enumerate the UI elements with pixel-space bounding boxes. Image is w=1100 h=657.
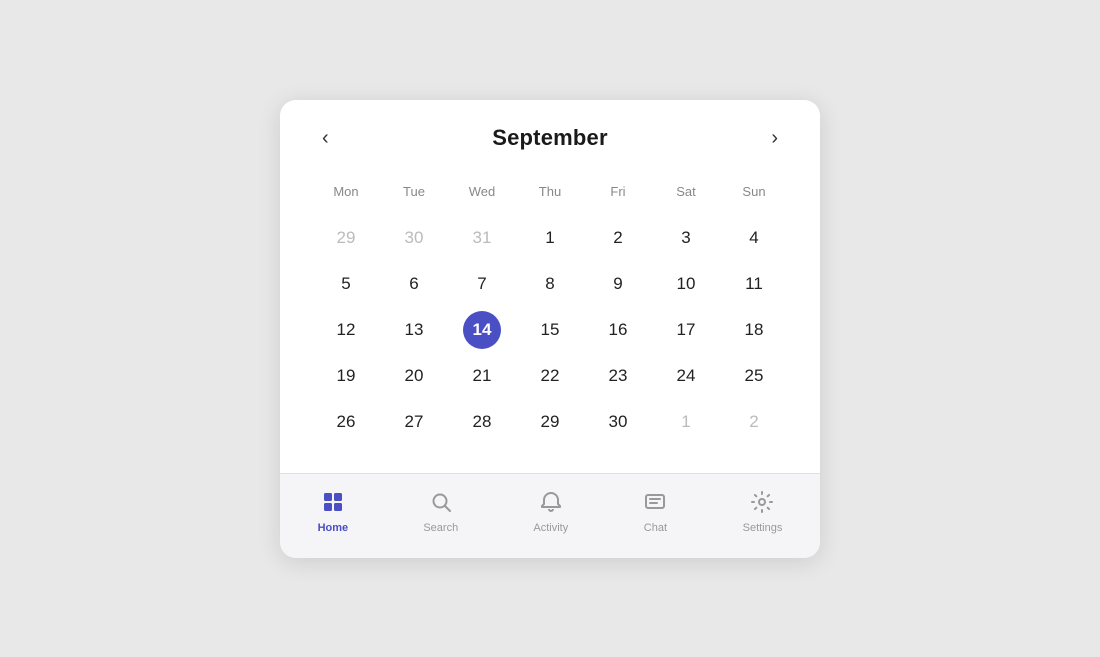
app-container: ‹ September › Mon Tue Wed Thu Fri Sat Su…	[280, 100, 820, 558]
month-title: September	[492, 125, 608, 151]
table-row[interactable]: 5	[312, 261, 380, 307]
table-row[interactable]: 3	[652, 215, 720, 261]
table-row[interactable]: 26	[312, 399, 380, 445]
table-row[interactable]: 19	[312, 353, 380, 399]
table-row[interactable]: 7	[448, 261, 516, 307]
table-row[interactable]: 2	[720, 399, 788, 445]
calendar-header: ‹ September ›	[312, 124, 788, 152]
table-row[interactable]: 18	[720, 307, 788, 353]
table-row[interactable]: 27	[380, 399, 448, 445]
prev-month-button[interactable]: ‹	[312, 124, 339, 152]
table-row[interactable]: 17	[652, 307, 720, 353]
nav-item-activity[interactable]: Activity	[513, 484, 588, 540]
table-row[interactable]: 28	[448, 399, 516, 445]
bottom-nav: Home Search Activity	[280, 473, 820, 558]
table-row[interactable]: 1	[516, 215, 584, 261]
table-row[interactable]: 2	[584, 215, 652, 261]
gear-icon	[750, 490, 774, 518]
table-row[interactable]: 13	[380, 307, 448, 353]
nav-label-chat: Chat	[644, 522, 667, 534]
table-row[interactable]: 22	[516, 353, 584, 399]
table-row[interactable]: 21	[448, 353, 516, 399]
table-row[interactable]: 24	[652, 353, 720, 399]
table-row[interactable]: 8	[516, 261, 584, 307]
day-header-sat: Sat	[652, 176, 720, 215]
table-row[interactable]: 30	[380, 215, 448, 261]
day-header-thu: Thu	[516, 176, 584, 215]
table-row[interactable]: 11	[720, 261, 788, 307]
table-row[interactable]: 15	[516, 307, 584, 353]
nav-item-settings[interactable]: Settings	[723, 484, 803, 540]
table-row[interactable]: 4	[720, 215, 788, 261]
chat-icon	[643, 490, 667, 518]
table-row[interactable]: 10	[652, 261, 720, 307]
table-row[interactable]: 16	[584, 307, 652, 353]
table-row[interactable]: 25	[720, 353, 788, 399]
nav-item-search[interactable]: Search	[403, 484, 478, 540]
nav-label-activity: Activity	[533, 522, 568, 534]
day-header-fri: Fri	[584, 176, 652, 215]
nav-item-chat[interactable]: Chat	[623, 484, 687, 540]
calendar-grid: Mon Tue Wed Thu Fri Sat Sun 29 30 31 1 2…	[312, 176, 788, 445]
day-header-sun: Sun	[720, 176, 788, 215]
nav-label-search: Search	[423, 522, 458, 534]
table-row[interactable]: 23	[584, 353, 652, 399]
day-header-mon: Mon	[312, 176, 380, 215]
home-icon	[321, 490, 345, 518]
nav-label-home: Home	[318, 522, 349, 534]
table-row[interactable]: 12	[312, 307, 380, 353]
table-row[interactable]: 29	[312, 215, 380, 261]
table-row[interactable]: 20	[380, 353, 448, 399]
next-month-button[interactable]: ›	[761, 124, 788, 152]
day-header-wed: Wed	[448, 176, 516, 215]
search-icon	[429, 490, 453, 518]
day-header-tue: Tue	[380, 176, 448, 215]
table-row[interactable]: 9	[584, 261, 652, 307]
calendar-section: ‹ September › Mon Tue Wed Thu Fri Sat Su…	[280, 100, 820, 473]
nav-item-home[interactable]: Home	[298, 484, 369, 540]
table-row[interactable]: 30	[584, 399, 652, 445]
bell-icon	[539, 490, 563, 518]
table-row[interactable]: 6	[380, 261, 448, 307]
table-row[interactable]: 1	[652, 399, 720, 445]
table-row[interactable]: 29	[516, 399, 584, 445]
table-row[interactable]: 31	[448, 215, 516, 261]
nav-label-settings: Settings	[743, 522, 783, 534]
selected-day-cell[interactable]: 14	[448, 307, 516, 353]
